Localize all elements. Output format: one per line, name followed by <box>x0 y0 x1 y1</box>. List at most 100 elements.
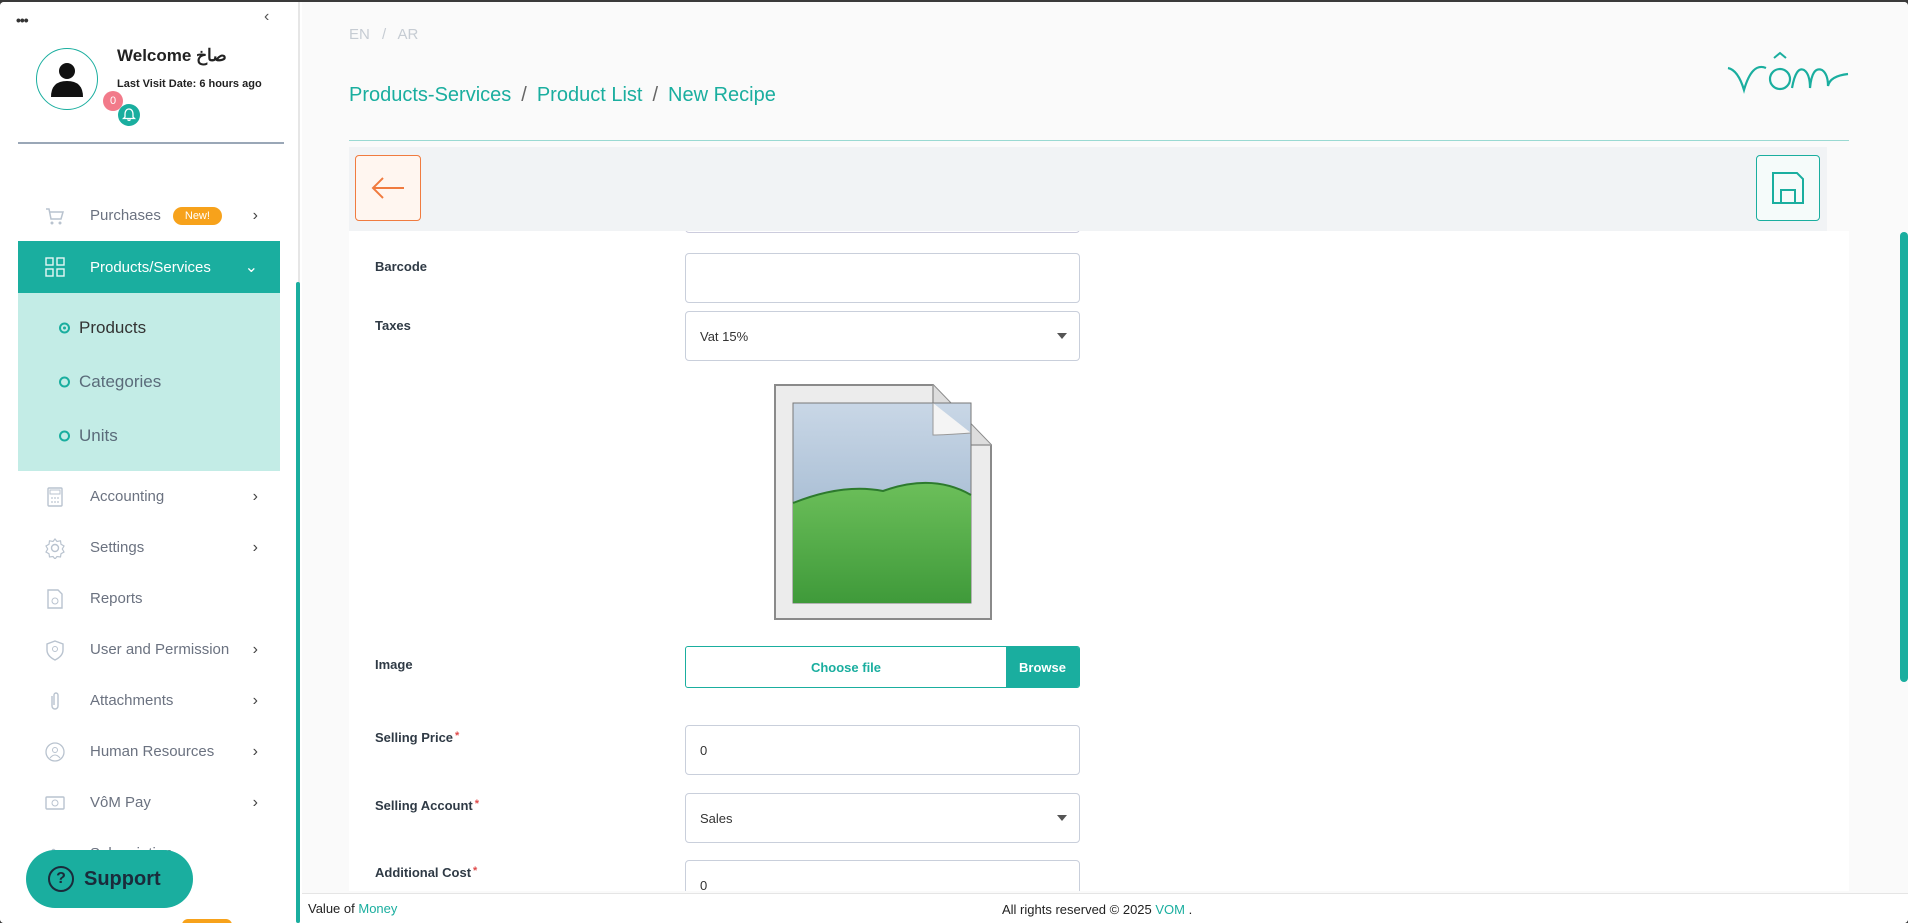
chevron-right-icon: › <box>252 793 258 811</box>
additional-cost-label-text: Additional Cost <box>375 865 472 880</box>
more-icon[interactable]: ••• <box>16 12 29 28</box>
footer-tagline: Value of Money <box>308 901 397 916</box>
dropdown-arrow-icon <box>1057 815 1067 821</box>
shield-icon <box>46 639 64 661</box>
submenu-label: Units <box>79 426 118 445</box>
badge-partial <box>182 919 232 923</box>
sidebar-item-vom-pay[interactable]: VôM Pay › <box>18 777 280 828</box>
copyright-text: All rights reserved © 2025 <box>1002 902 1152 917</box>
sidebar-item-products-services[interactable]: Products/Services ⌄ <box>18 241 280 293</box>
sidebar-item-attachments[interactable]: Attachments › <box>18 675 280 726</box>
additional-cost-label: Additional Cost * <box>375 865 477 880</box>
taxes-value: Vat 15% <box>700 328 749 344</box>
chevron-right-icon: › <box>252 538 258 556</box>
image-label: Image <box>375 657 413 672</box>
help-icon: ? <box>48 866 74 892</box>
sidebar-item-label: VôM Pay <box>90 794 151 811</box>
additional-cost-input[interactable] <box>685 860 1080 891</box>
form-toolbar <box>349 147 1827 231</box>
breadcrumb-separator: / <box>652 84 659 106</box>
sidebar-item-label: User and Permission <box>90 641 230 658</box>
tagline-text: Value of <box>308 901 355 916</box>
welcome-text: Welcome صاخ <box>117 46 227 65</box>
bell-icon[interactable] <box>118 104 140 126</box>
vom-logo <box>1727 51 1849 94</box>
taxes-label: Taxes <box>375 318 411 333</box>
app-window: ••• ‹ 0 Welcome صاخ Last Visit Date: 6 h… <box>0 2 1908 923</box>
chevron-right-icon: › <box>252 640 258 658</box>
chevron-right-icon: › <box>252 742 258 760</box>
breadcrumb: Products-Services / Product List / New Recip… <box>349 84 776 107</box>
footer: Value of Money All rights reserved © 202… <box>302 893 1908 923</box>
barcode-input[interactable] <box>685 253 1080 303</box>
selling-account-label: Selling Account * <box>375 798 479 813</box>
previous-field-edge <box>685 231 1080 233</box>
lang-ar-link[interactable]: AR <box>398 26 419 43</box>
gear-icon <box>45 537 65 559</box>
sidebar-scrollbar[interactable] <box>296 282 300 923</box>
required-marker: * <box>455 730 460 742</box>
lang-en-link[interactable]: EN <box>349 26 370 43</box>
image-placeholder-icon <box>774 384 992 620</box>
pay-icon <box>45 795 65 810</box>
sidebar-item-label: Settings <box>90 539 145 556</box>
main-scrollbar[interactable] <box>1900 232 1908 682</box>
user-icon <box>51 63 83 97</box>
choose-file-button[interactable]: Choose file <box>686 647 1006 687</box>
selling-account-label-text: Selling Account <box>375 798 473 813</box>
sidebar-item-label: Human Resources <box>90 743 215 760</box>
bullet-icon <box>59 376 70 388</box>
sidebar-item-accounting[interactable]: Accounting › <box>18 471 280 522</box>
sidebar-item-settings[interactable]: Settings › <box>18 522 280 573</box>
breadcrumb-products-services[interactable]: Products-Services <box>349 84 511 106</box>
back-button[interactable] <box>355 155 421 221</box>
selling-price-input[interactable] <box>685 725 1080 775</box>
sidebar-item-label: Purchases <box>90 207 161 224</box>
cart-icon <box>46 207 64 224</box>
save-icon <box>1772 172 1804 204</box>
submenu-label: Categories <box>79 372 162 391</box>
sidebar-item-label: Accounting <box>90 488 165 505</box>
products-submenu: Products Categories Units <box>18 293 280 471</box>
divider <box>18 142 284 144</box>
breadcrumb-product-list[interactable]: Product List <box>537 84 643 106</box>
sidebar-item-human-resources[interactable]: Human Resources › <box>18 726 280 777</box>
last-visit-text: Last Visit Date: 6 hours ago <box>117 78 262 90</box>
sidebar-item-label: Products/Services <box>90 258 211 276</box>
browse-button[interactable]: Browse <box>1006 647 1079 687</box>
save-button[interactable] <box>1756 155 1820 221</box>
lang-separator: / <box>382 26 387 43</box>
support-button[interactable]: ? Support <box>26 850 193 908</box>
copyright-dot: . <box>1188 902 1193 917</box>
submenu-item-units[interactable]: Units <box>18 409 280 463</box>
new-badge: New! <box>172 206 222 225</box>
dropdown-arrow-icon <box>1057 333 1067 339</box>
sidebar-item-reports[interactable]: Reports <box>18 573 280 624</box>
paperclip-icon <box>51 691 59 710</box>
barcode-label: Barcode <box>375 259 428 274</box>
brand-link[interactable]: VOM <box>1155 902 1185 917</box>
people-icon <box>45 741 65 762</box>
selling-account-value: Sales <box>700 810 733 826</box>
grid-icon <box>45 257 65 277</box>
submenu-item-products[interactable]: Products <box>18 301 280 355</box>
taxes-select[interactable]: Vat 15% <box>685 311 1080 361</box>
report-icon <box>47 588 63 609</box>
breadcrumb-new-recipe: New Recipe <box>668 84 776 106</box>
chevron-right-icon: › <box>252 206 258 224</box>
selling-price-label: Selling Price * <box>375 730 459 745</box>
sidebar-item-label: Reports <box>90 590 143 607</box>
bullet-icon <box>59 322 70 334</box>
main-content: EN / AR Products-Services / Product List / N… <box>302 2 1908 923</box>
sidebar-item-user-permission[interactable]: User and Permission › <box>18 624 280 675</box>
submenu-item-categories[interactable]: Categories <box>18 355 280 409</box>
footer-copyright: All rights reserved © 2025 VOM . <box>1002 902 1192 917</box>
image-file-input[interactable]: Choose file Browse <box>685 646 1080 688</box>
sidebar: ••• ‹ 0 Welcome صاخ Last Visit Date: 6 h… <box>0 2 300 923</box>
selling-account-select[interactable]: Sales <box>685 793 1080 843</box>
tagline-highlight: Money <box>358 901 398 916</box>
collapse-sidebar-icon[interactable]: ‹ <box>264 8 269 26</box>
sidebar-item-purchases[interactable]: Purchases New! › <box>18 190 280 241</box>
chevron-down-icon: ⌄ <box>244 259 258 276</box>
avatar[interactable] <box>36 48 98 110</box>
